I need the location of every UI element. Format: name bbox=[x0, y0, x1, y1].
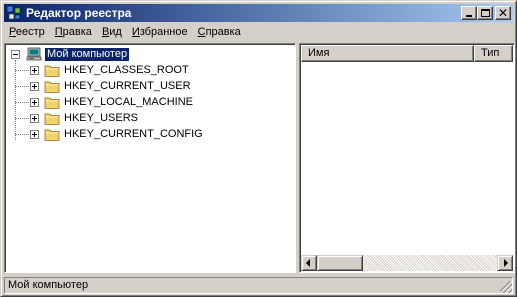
window-title: Редактор реестра bbox=[26, 6, 132, 20]
folder-icon bbox=[44, 64, 60, 77]
maximize-button[interactable] bbox=[477, 6, 493, 20]
minimize-button[interactable] bbox=[461, 6, 477, 20]
horizontal-scrollbar[interactable] bbox=[301, 255, 513, 271]
tree-pane[interactable]: Мой компьютер HKEY_CLASSES_ROOT HKEY_CUR… bbox=[4, 43, 296, 273]
computer-icon bbox=[26, 47, 42, 61]
tree-label[interactable]: HKEY_CLASSES_ROOT bbox=[64, 63, 189, 77]
status-text: Мой компьютер bbox=[8, 279, 89, 291]
expand-icon[interactable] bbox=[30, 114, 39, 123]
menu-view[interactable]: Вид bbox=[97, 23, 127, 42]
scroll-right-button[interactable] bbox=[497, 255, 513, 271]
values-pane[interactable]: Имя Тип bbox=[299, 43, 515, 273]
scroll-thumb[interactable] bbox=[317, 255, 363, 271]
folder-icon bbox=[44, 128, 60, 141]
tree-label[interactable]: HKEY_CURRENT_USER bbox=[64, 79, 191, 93]
arrow-right-icon bbox=[504, 259, 508, 267]
maximize-icon bbox=[481, 9, 490, 17]
tree-label[interactable]: HKEY_USERS bbox=[64, 111, 138, 125]
registry-editor-icon bbox=[6, 5, 22, 21]
list-header: Имя Тип bbox=[301, 45, 513, 62]
column-header-name[interactable]: Имя bbox=[301, 45, 474, 62]
resize-grip-icon[interactable] bbox=[500, 281, 512, 293]
folder-icon bbox=[44, 96, 60, 109]
expand-icon[interactable] bbox=[30, 66, 39, 75]
menu-help[interactable]: Справка bbox=[193, 23, 246, 42]
collapse-icon[interactable] bbox=[11, 49, 20, 59]
minimize-icon bbox=[466, 15, 472, 17]
folder-icon bbox=[44, 112, 60, 125]
tree-label-my-computer[interactable]: Мой компьютер bbox=[43, 46, 131, 62]
expand-icon[interactable] bbox=[30, 82, 39, 91]
expand-icon[interactable] bbox=[30, 130, 39, 139]
menu-registry[interactable]: Реестр bbox=[4, 23, 50, 42]
tree-label[interactable]: HKEY_LOCAL_MACHINE bbox=[64, 95, 193, 109]
close-icon: ✕ bbox=[497, 6, 509, 20]
close-button[interactable]: ✕ bbox=[495, 6, 511, 20]
tree-node-my-computer[interactable]: Мой компьютер bbox=[11, 46, 131, 62]
folder-icon bbox=[44, 80, 60, 93]
registry-editor-window: Редактор реестра ✕ Реестр Правка Вид Изб… bbox=[0, 0, 517, 297]
status-bar: Мой компьютер bbox=[4, 277, 513, 294]
tree-guide-line bbox=[15, 60, 16, 140]
title-bar[interactable]: Редактор реестра ✕ bbox=[4, 4, 513, 22]
expand-icon[interactable] bbox=[30, 98, 39, 107]
tree-label[interactable]: HKEY_CURRENT_CONFIG bbox=[64, 127, 203, 141]
menu-edit[interactable]: Правка bbox=[50, 23, 97, 42]
column-header-type[interactable]: Тип bbox=[474, 45, 513, 62]
menu-favorites[interactable]: Избранное bbox=[127, 23, 193, 42]
menu-bar: Реестр Правка Вид Избранное Справка bbox=[4, 23, 513, 42]
arrow-left-icon bbox=[306, 259, 310, 267]
scroll-left-button[interactable] bbox=[301, 255, 317, 271]
